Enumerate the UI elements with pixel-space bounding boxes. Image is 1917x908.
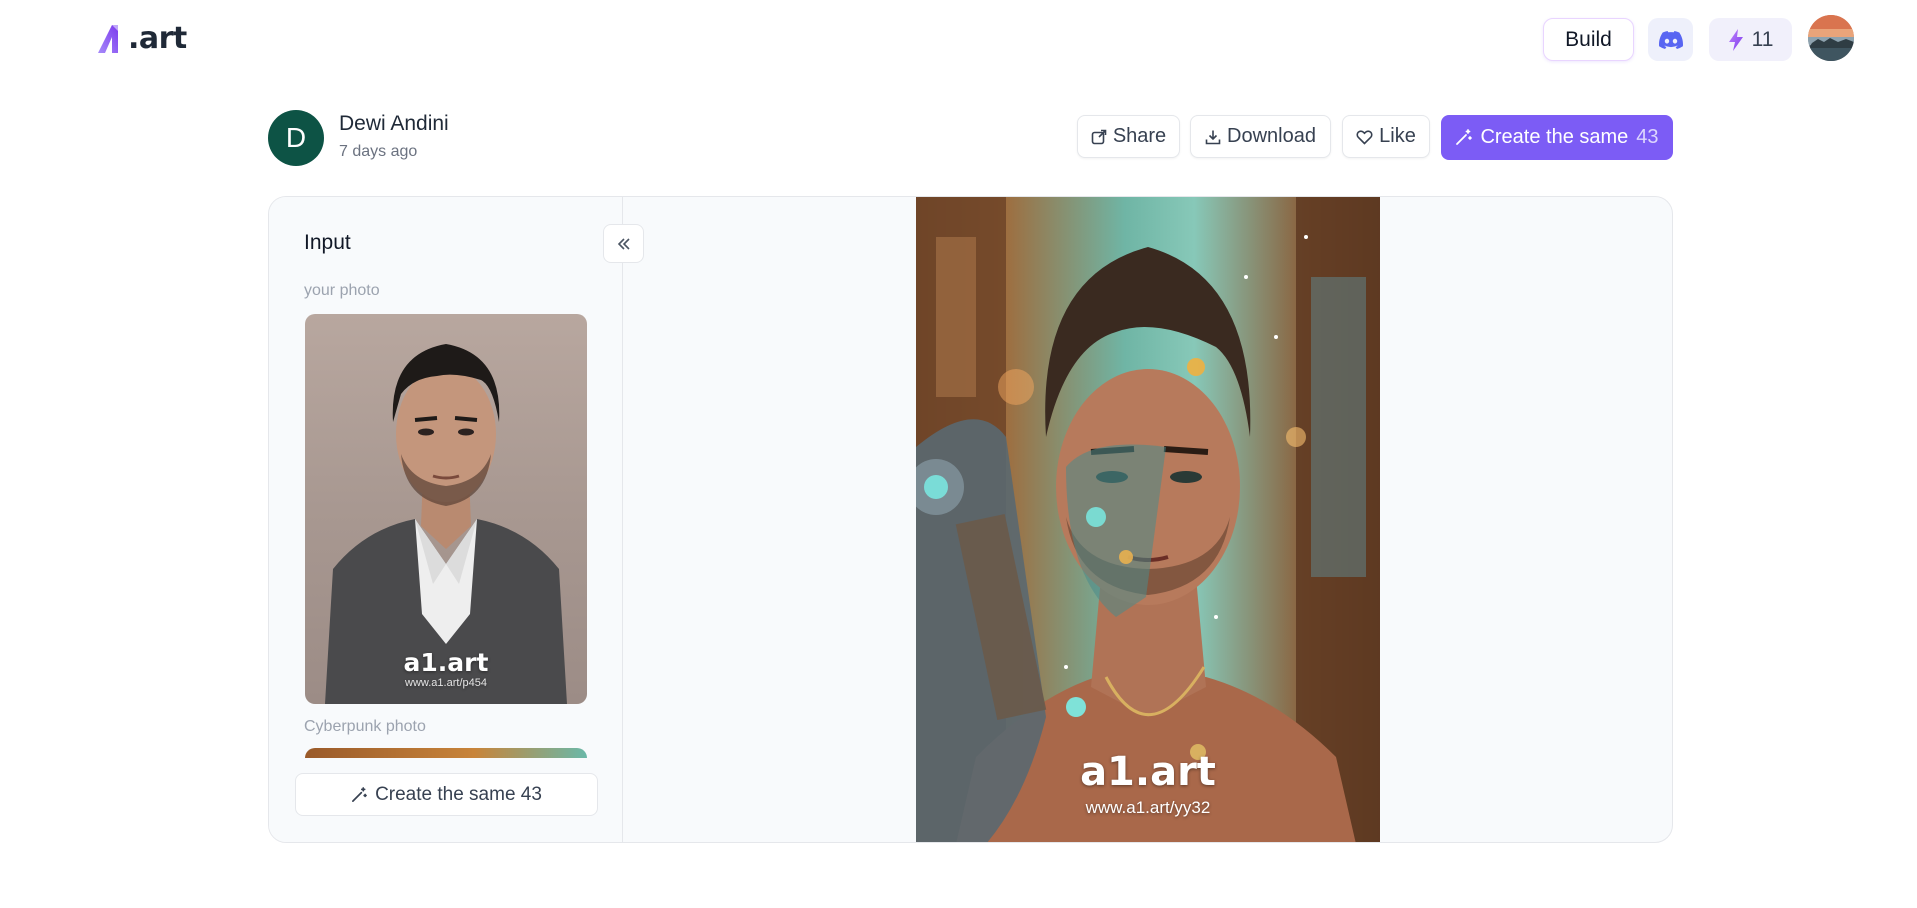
like-label: Like — [1379, 125, 1416, 147]
like-button[interactable]: Like — [1342, 115, 1430, 158]
generation-card: Input your photo a1.art www.a1.art/p454 … — [268, 196, 1673, 843]
share-label: Share — [1112, 125, 1167, 147]
collapse-panel-button[interactable] — [603, 224, 644, 263]
result-watermark-url: www.a1.art/yy32 — [1085, 798, 1211, 817]
user-avatar[interactable] — [1808, 15, 1854, 61]
download-icon — [1205, 130, 1221, 144]
create-same-count: 43 — [1636, 126, 1659, 148]
create-same-button[interactable]: Create the same 43 — [1441, 115, 1673, 160]
download-label: Download — [1227, 125, 1316, 147]
post-time: 7 days ago — [339, 143, 418, 160]
create-same-panel-button[interactable]: Create the same 43 — [295, 773, 598, 816]
share-button[interactable]: Share — [1077, 115, 1180, 158]
download-button[interactable]: Download — [1190, 115, 1331, 158]
top-bar: .art Build 11 — [0, 0, 1917, 78]
magic-wand-icon — [1456, 129, 1473, 145]
avatar-landscape-image — [1808, 15, 1854, 61]
result-watermark: a1.art — [1080, 749, 1216, 795]
create-same-panel-label: Create the same 43 — [375, 783, 542, 805]
cyberpunk-portrait-image — [916, 197, 1380, 842]
double-chevron-left-icon — [617, 237, 630, 250]
input-panel-title: Input — [304, 231, 351, 254]
discord-button[interactable] — [1648, 18, 1693, 61]
lightning-icon — [1728, 28, 1743, 51]
author-avatar[interactable]: D — [268, 110, 324, 166]
cyberpunk-photo-thumbnail[interactable] — [305, 748, 587, 758]
cyberpunk-photo-label: Cyberpunk photo — [304, 718, 426, 735]
share-icon — [1091, 129, 1107, 144]
photo-watermark: a1.art — [403, 648, 489, 677]
credits-count: 11 — [1751, 27, 1774, 51]
photo-watermark-url: www.a1.art/p454 — [405, 677, 487, 689]
discord-icon — [1658, 30, 1683, 49]
result-image[interactable]: a1.art www.a1.art/yy32 — [916, 197, 1380, 842]
logo-text: .art — [128, 20, 187, 56]
logo[interactable]: .art — [96, 18, 187, 58]
portrait-image — [325, 344, 567, 704]
heart-icon — [1356, 129, 1373, 145]
input-panel: Input your photo a1.art www.a1.art/p454 … — [269, 197, 623, 842]
author-name[interactable]: Dewi Andini — [339, 112, 449, 136]
input-photo[interactable]: a1.art www.a1.art/p454 — [305, 314, 587, 704]
magic-wand-icon — [352, 786, 367, 802]
logo-mark-icon — [98, 25, 118, 53]
credits-button[interactable]: 11 — [1709, 18, 1792, 61]
build-button[interactable]: Build — [1543, 18, 1634, 61]
create-same-label: Create the same — [1480, 126, 1629, 148]
your-photo-label: your photo — [304, 282, 380, 299]
